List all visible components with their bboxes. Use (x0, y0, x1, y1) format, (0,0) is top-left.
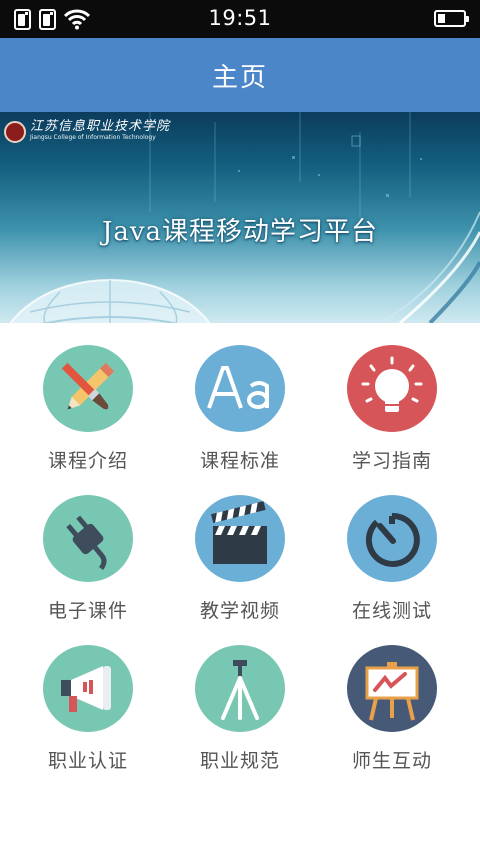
clapperboard-icon (195, 495, 285, 582)
menu-item-professional-norms[interactable]: 职业规范 (164, 623, 316, 773)
battery-icon (434, 10, 469, 27)
tripod-icon (195, 645, 285, 732)
banner-title: Java课程移动学习平台 (101, 217, 379, 247)
menu-label: 电子课件 (47, 600, 128, 622)
status-bar: 19:51 (0, 0, 480, 38)
school-seal-icon (4, 121, 26, 143)
pencil-brush-icon (43, 345, 133, 432)
font-aa-icon (195, 345, 285, 432)
menu-item-course-standard[interactable]: 课程标准 (164, 323, 316, 473)
menu-label: 在线测试 (351, 600, 432, 622)
menu-item-e-courseware[interactable]: 电子课件 (12, 473, 164, 623)
menu-grid: 课程介绍 课程标准 学习指南 电子课件 教学视频 在线测试 职业认证 职业规范 … (0, 323, 480, 773)
menu-item-teaching-video[interactable]: 教学视频 (164, 473, 316, 623)
lightbulb-icon (347, 345, 437, 432)
plug-icon (43, 495, 133, 582)
menu-item-study-guide[interactable]: 学习指南 (316, 323, 468, 473)
menu-label: 职业认证 (47, 750, 128, 772)
menu-item-certification[interactable]: 职业认证 (12, 623, 164, 773)
app-header: 主页 (0, 38, 480, 112)
menu-item-online-test[interactable]: 在线测试 (316, 473, 468, 623)
menu-label: 课程标准 (199, 450, 280, 472)
menu-item-course-intro[interactable]: 课程介绍 (12, 323, 164, 473)
status-time: 19:51 (208, 6, 272, 30)
page-title: 主页 (211, 62, 268, 93)
megaphone-icon (43, 645, 133, 732)
school-logo: 江苏信息职业技术学院 Jiangsu College of Informatio… (4, 120, 170, 143)
school-name-cn: 江苏信息职业技术学院 (30, 119, 171, 134)
menu-label: 职业规范 (199, 750, 280, 772)
menu-item-teacher-student-interaction[interactable]: 师生互动 (316, 623, 468, 773)
menu-label: 师生互动 (351, 750, 432, 772)
menu-label: 课程介绍 (47, 450, 128, 472)
easel-chart-icon (347, 645, 437, 732)
banner: 江苏信息职业技术学院 Jiangsu College of Informatio… (0, 112, 480, 323)
menu-label: 教学视频 (199, 600, 280, 622)
timer-icon (347, 495, 437, 582)
menu-label: 学习指南 (351, 450, 432, 472)
school-name-en: Jiangsu College of Information Technolog… (30, 134, 156, 141)
